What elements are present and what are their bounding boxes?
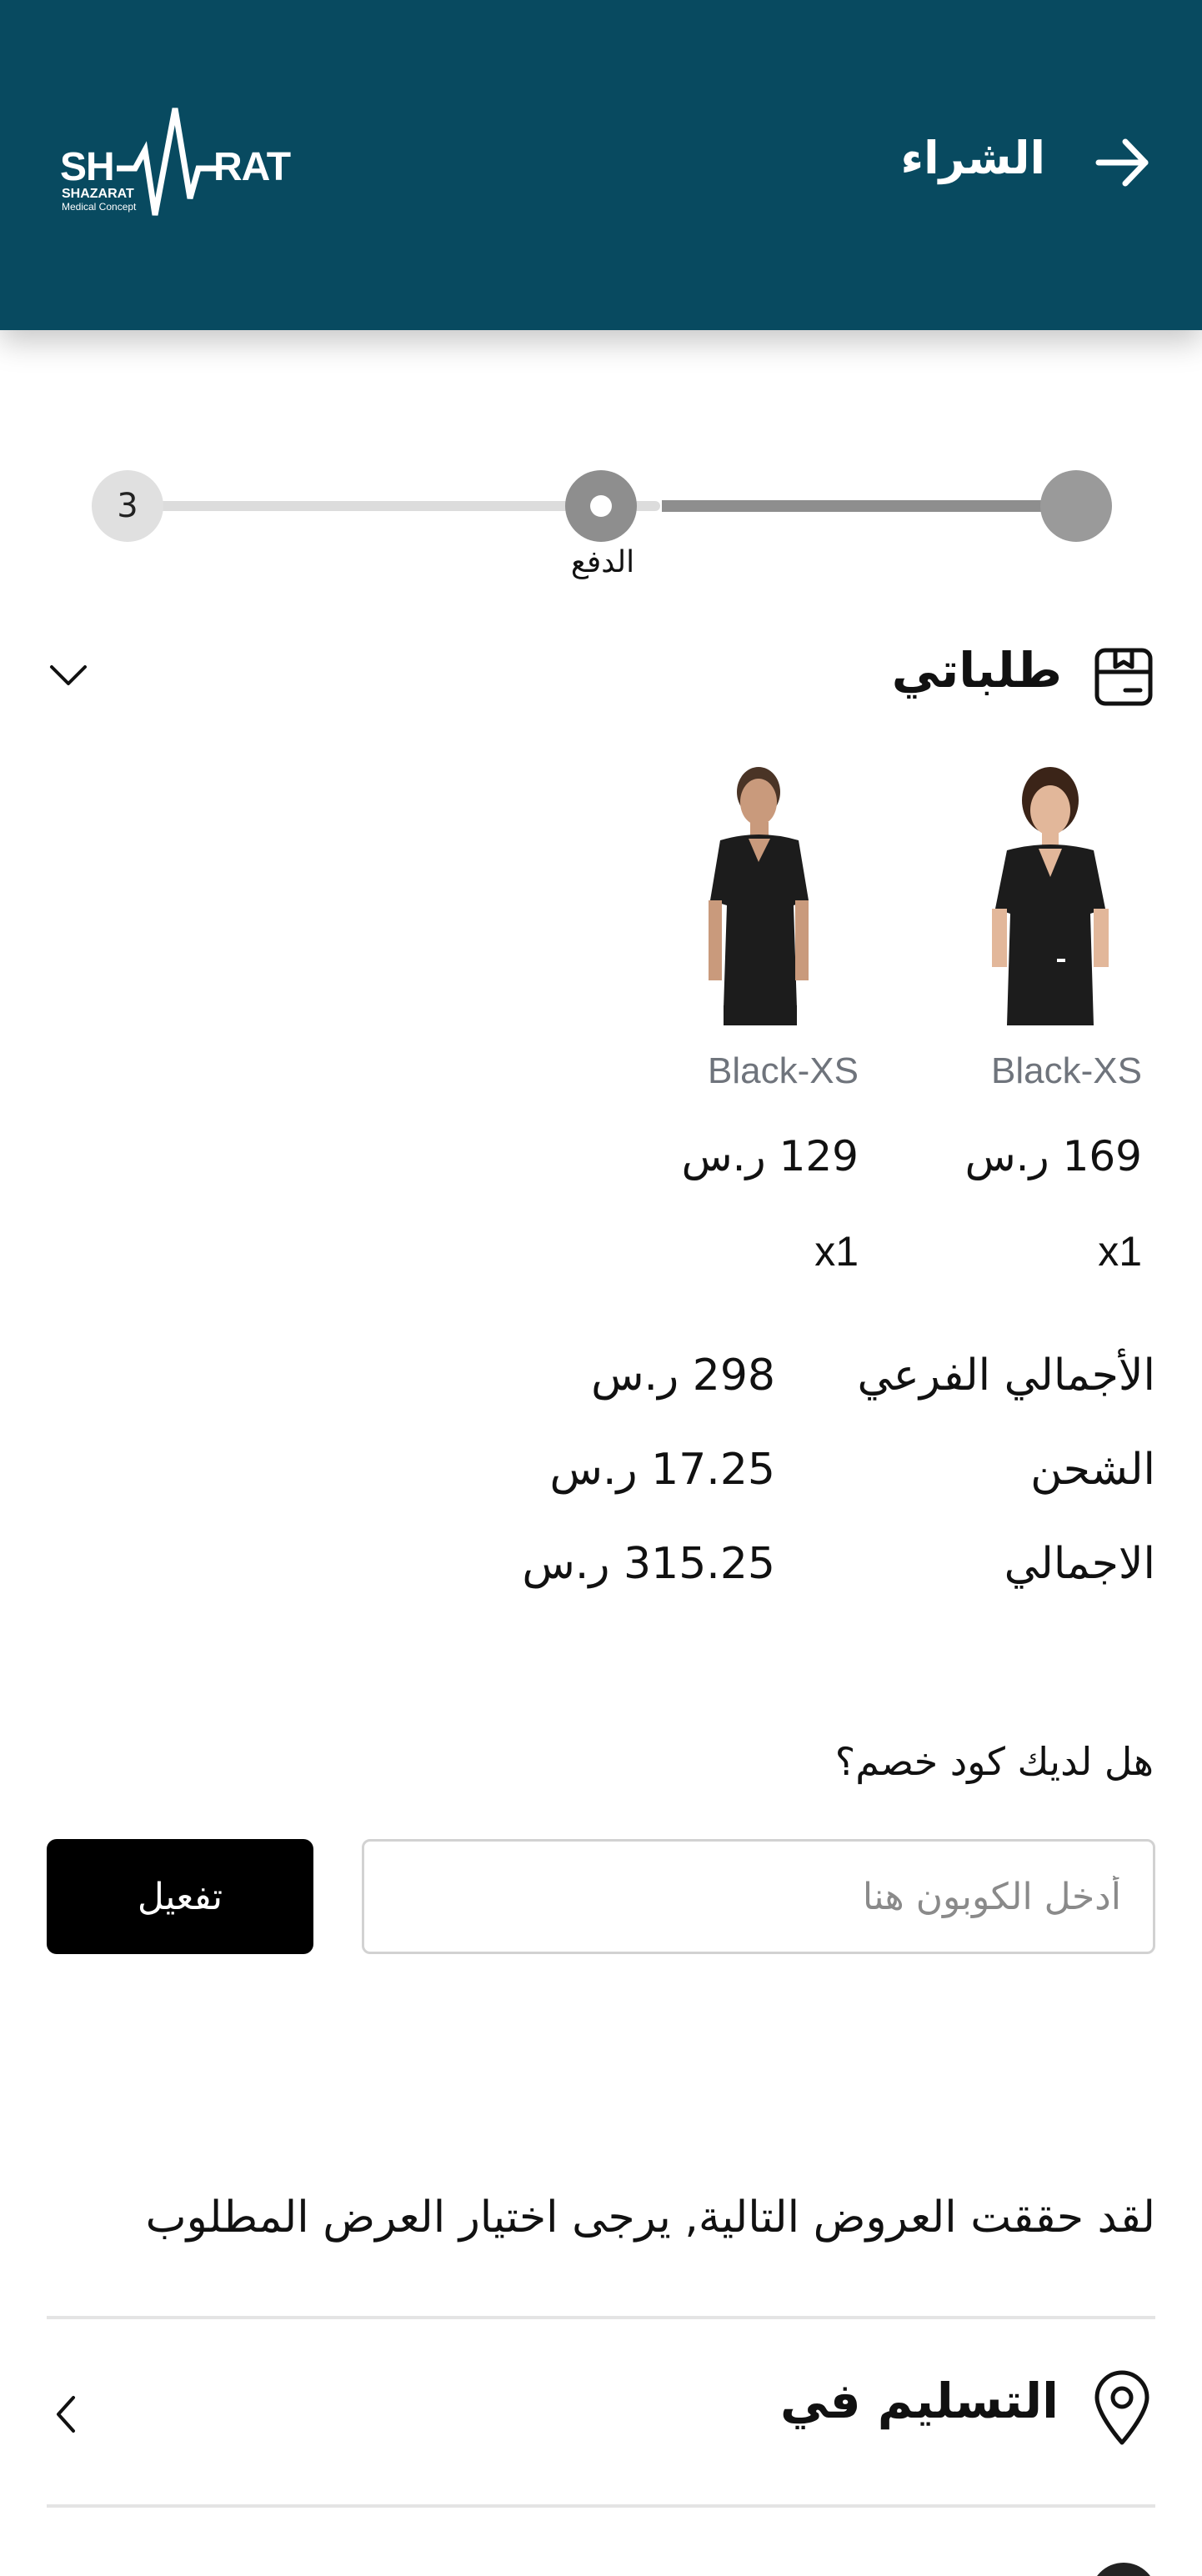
step-3-circle: 3: [92, 470, 163, 542]
delivery-location-row[interactable]: التسليم في: [47, 2368, 1155, 2459]
product-price: 129 ر.س: [681, 1132, 859, 1180]
checkout-stepper: 3 الدفع: [90, 469, 1112, 594]
my-orders-section-header[interactable]: طلباتي: [47, 642, 1155, 717]
shipping-row: الشحن 17.25 ر.س: [47, 1445, 1155, 1539]
arrow-right-icon[interactable]: [1094, 133, 1152, 192]
order-totals: الأجمالي الفرعي 298 ر.س الشحن 17.25 ر.س …: [47, 1351, 1155, 1633]
app-header: SH RAT SHAZARAT Medical Concept الشراء: [0, 0, 1202, 330]
activate-coupon-button[interactable]: تفعيل: [47, 1839, 313, 1954]
product-variant: Black-XS: [708, 1050, 859, 1091]
location-pin-icon: [1094, 2370, 1149, 2445]
subtotal-label: الأجمالي الفرعي: [857, 1351, 1155, 1401]
offers-note: لقد حققت العروض التالية, يرجى اختيار الع…: [145, 2193, 1155, 2243]
delivery-title: التسليم في: [779, 2373, 1059, 2429]
coupon-question: هل لديك كود خصم؟: [834, 1739, 1154, 1784]
total-row: الاجمالي 315.25 ر.س: [47, 1539, 1155, 1633]
product-quantity: x1: [1098, 1228, 1142, 1275]
subtotal-row: الأجمالي الفرعي 298 ر.س: [47, 1351, 1155, 1445]
divider: [47, 2316, 1155, 2319]
product-image-man-scrub: [675, 759, 859, 1025]
shipping-value: 17.25 ر.س: [549, 1445, 775, 1495]
my-orders-title: طلباتي: [891, 642, 1062, 699]
page-title: الشراء: [900, 132, 1045, 184]
svg-text:SH: SH: [60, 145, 114, 189]
svg-text:RAT: RAT: [213, 145, 291, 189]
total-value: 315.25 ر.س: [522, 1539, 775, 1589]
coupon-input[interactable]: [362, 1839, 1155, 1954]
current-step-label: الدفع: [570, 545, 635, 579]
stepper-track-complete: [662, 500, 1095, 512]
next-section-icon: [1090, 2563, 1157, 2576]
step-1-circle: [1040, 470, 1112, 542]
order-item[interactable]: Black-XS 169 ر.س x1: [959, 759, 1142, 1275]
order-item[interactable]: Black-XS 129 ر.س x1: [675, 759, 859, 1275]
divider: [47, 2504, 1155, 2508]
svg-text:SHAZARAT: SHAZARAT: [62, 187, 134, 201]
chevron-down-icon[interactable]: [47, 659, 90, 692]
product-variant: Black-XS: [991, 1050, 1142, 1091]
svg-text:Medical Concept: Medical Concept: [62, 201, 137, 213]
product-price: 169 ر.س: [964, 1132, 1142, 1180]
product-image-woman-scrub: [959, 759, 1142, 1025]
chevron-left-icon[interactable]: [50, 2391, 83, 2438]
shipping-label: الشحن: [1030, 1445, 1155, 1495]
subtotal-value: 298 ر.س: [591, 1351, 775, 1401]
box-icon: [1094, 648, 1153, 706]
product-quantity: x1: [814, 1228, 859, 1275]
shazarat-logo: SH RAT SHAZARAT Medical Concept: [60, 108, 292, 216]
total-label: الاجمالي: [1004, 1539, 1155, 1589]
step-2-circle-current: [565, 470, 637, 542]
